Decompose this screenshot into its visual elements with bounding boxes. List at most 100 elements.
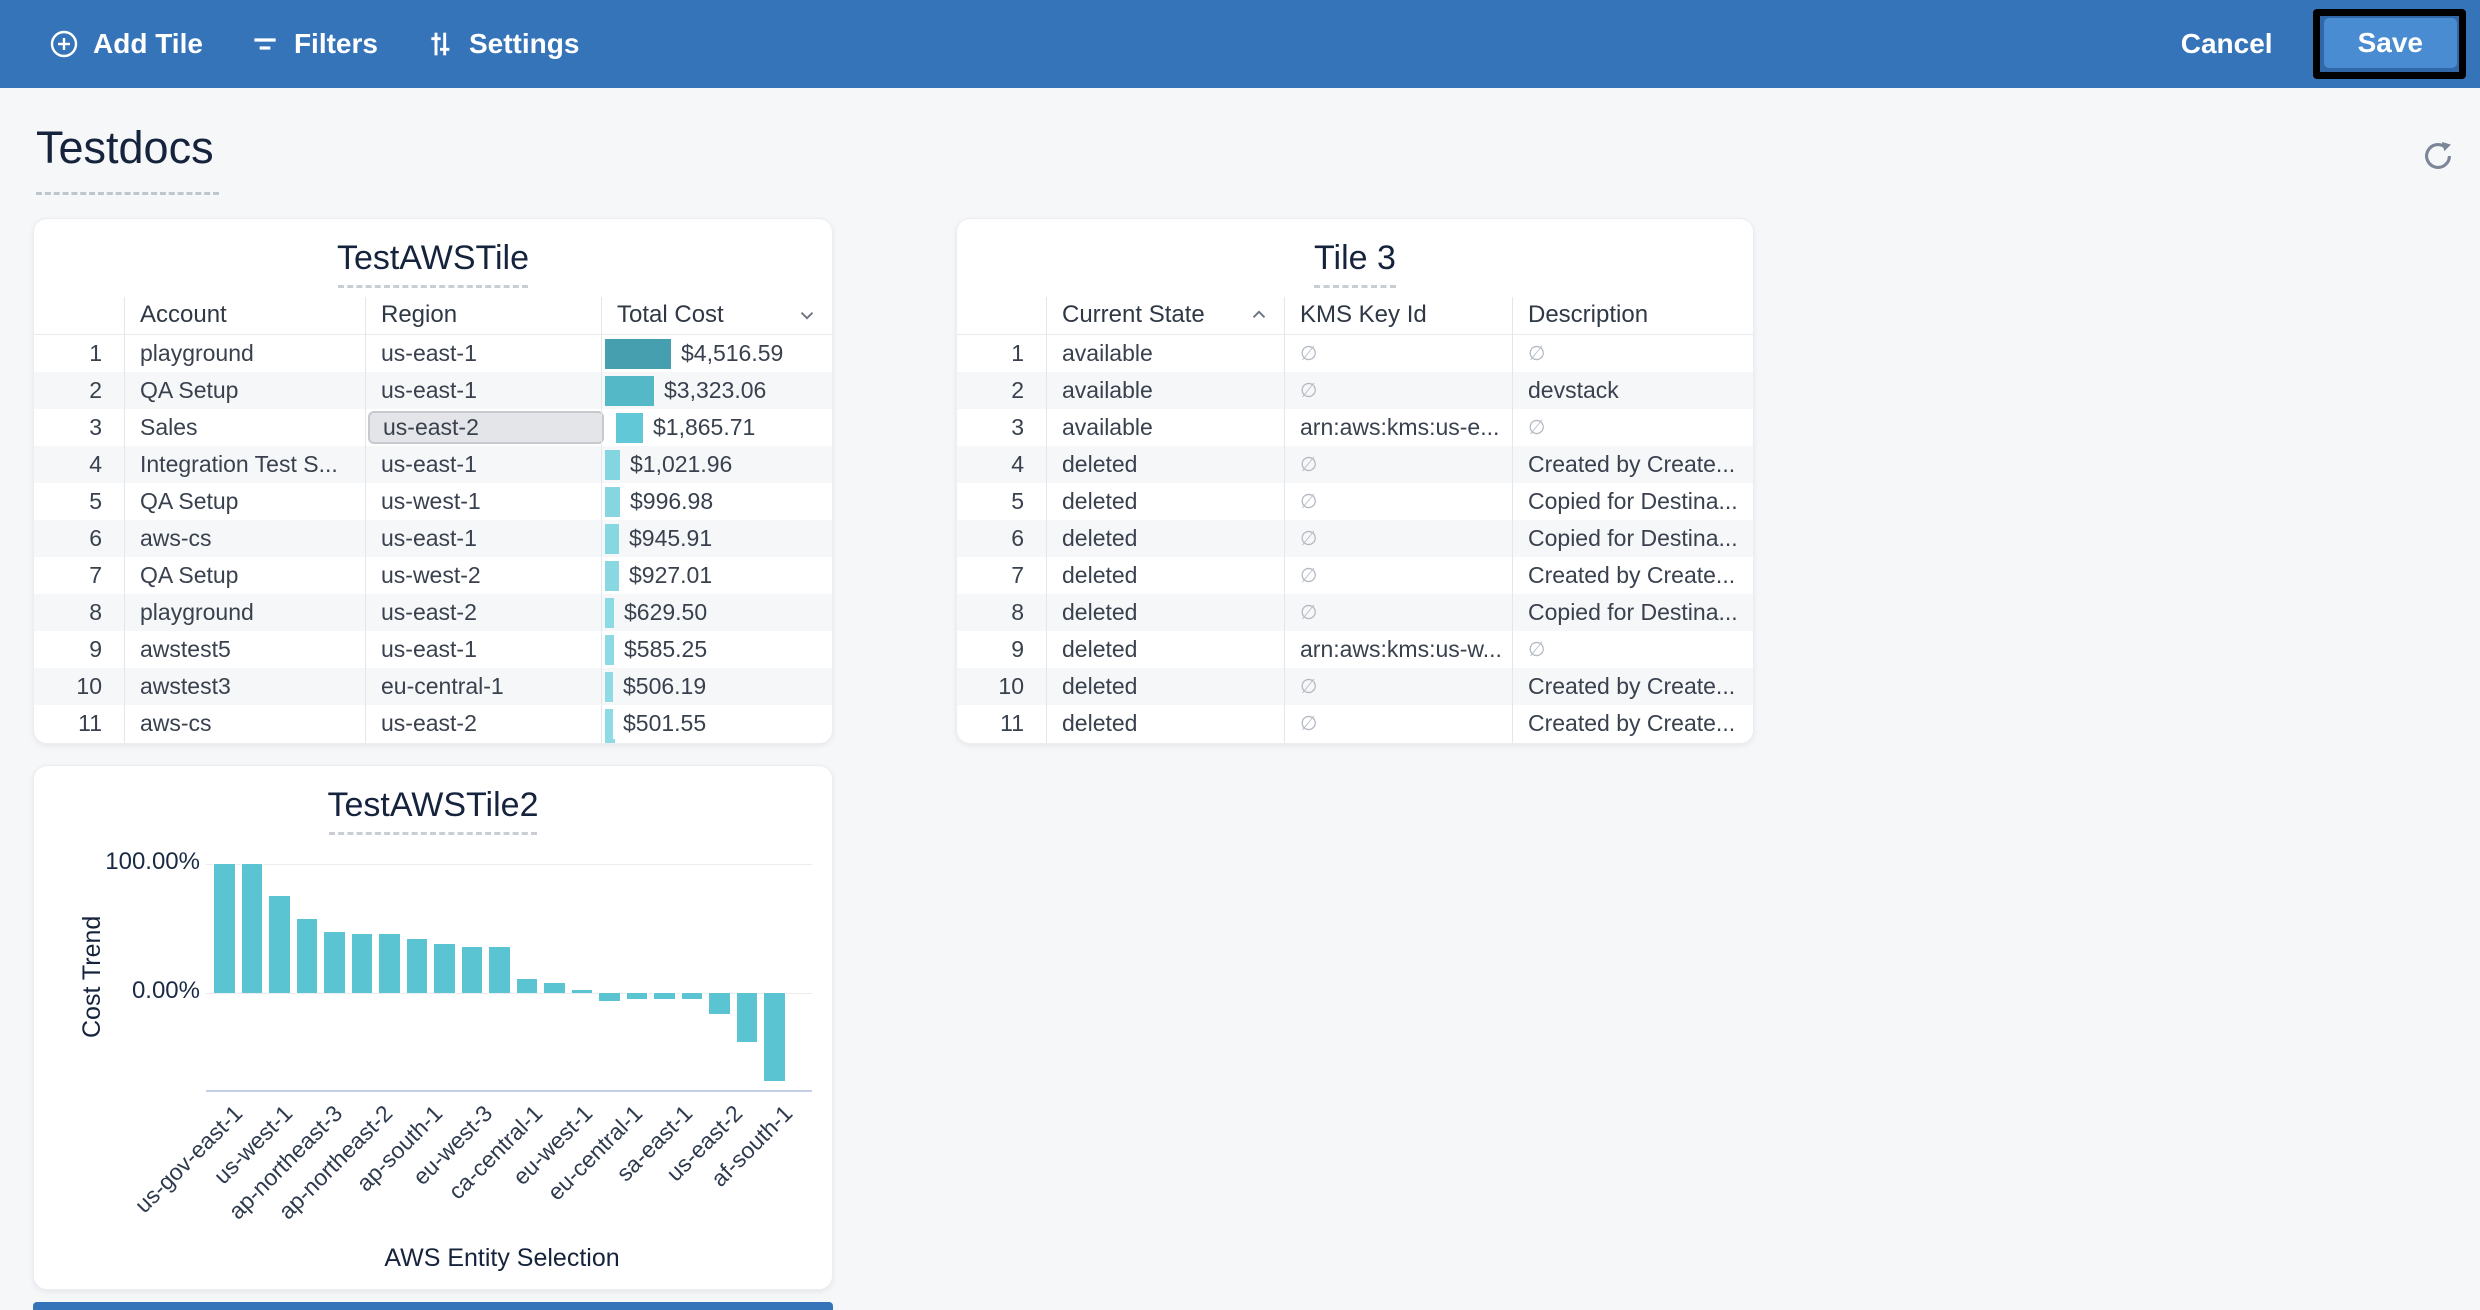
cell-kms-key-id[interactable]: arn:aws:kms:us-e... [1284,414,1512,441]
cell-total-cost[interactable]: $501.55 [601,709,832,739]
cell-region[interactable]: us-east-1 [365,340,601,367]
cell-kms-key-id[interactable]: ∅ [1284,711,1512,736]
cell-total-cost[interactable]: $927.01 [601,561,832,591]
table-row[interactable]: 11 deleted ∅ Created by Create... [957,705,1753,742]
cell-description[interactable]: Created by Create... [1512,673,1753,700]
cell-current-state[interactable]: deleted [1046,451,1284,478]
cell-kms-key-id[interactable]: ∅ [1284,489,1512,514]
cell-kms-key-id[interactable]: ∅ [1284,452,1512,477]
cell-total-cost[interactable]: $1,865.71 [612,413,832,443]
table-row[interactable]: 2 available ∅ devstack [957,372,1753,409]
refresh-icon[interactable] [2420,138,2456,179]
table-row[interactable]: 7 deleted ∅ Created by Create... [957,557,1753,594]
cell-total-cost[interactable]: $945.91 [601,524,832,554]
cell-current-state[interactable]: available [1046,340,1284,367]
table-row[interactable]: 3 Sales us-east-2 $1,865.71 [34,409,832,446]
cell-account[interactable]: Sales [124,414,365,441]
cell-current-state[interactable]: available [1046,414,1284,441]
cell-total-cost[interactable]: $3,323.06 [601,376,832,406]
cell-description[interactable]: devstack [1512,377,1753,404]
col-header-description[interactable]: Description [1512,295,1753,334]
tile-testawstile[interactable]: TestAWSTile Account Region Total Cost 1 … [33,218,833,744]
table-row[interactable]: 8 playground us-east-2 $629.50 [34,594,832,631]
cell-kms-key-id[interactable]: ∅ [1284,600,1512,625]
cell-total-cost[interactable]: $629.50 [601,598,832,628]
cell-current-state[interactable]: deleted [1046,562,1284,589]
cell-account[interactable]: playground [124,340,365,367]
cell-account[interactable]: awstest5 [124,636,365,663]
cell-account[interactable]: aws-cs [124,710,365,737]
tile-title[interactable]: Tile 3 [957,239,1753,278]
cell-current-state[interactable]: deleted [1046,636,1284,663]
cell-description[interactable]: Created by Create... [1512,451,1753,478]
cell-kms-key-id[interactable]: ∅ [1284,526,1512,551]
cell-region[interactable]: us-east-1 [365,636,601,663]
table-row[interactable]: 3 available arn:aws:kms:us-e... ∅ [957,409,1753,446]
chevron-up-icon[interactable] [1248,304,1270,326]
table-row[interactable]: 9 awstest5 us-east-1 $585.25 [34,631,832,668]
chart-plot-area[interactable] [213,864,813,1090]
col-header-current-state[interactable]: Current State [1046,295,1284,334]
cell-region[interactable]: eu-central-1 [365,673,601,700]
tile-tile3[interactable]: Tile 3 Current State KMS Key Id Descript… [956,218,1754,744]
cell-kms-key-id[interactable]: ∅ [1284,341,1512,366]
table-row[interactable]: 11 aws-cs us-east-2 $501.55 [34,705,832,742]
table-row[interactable]: 2 QA Setup us-east-1 $3,323.06 [34,372,832,409]
cell-total-cost[interactable]: $4,516.59 [601,339,832,369]
cell-account[interactable]: Integration Test S... [124,451,365,478]
table-row[interactable]: 10 deleted ∅ Created by Create... [957,668,1753,705]
table-row[interactable]: 5 deleted ∅ Copied for Destina... [957,483,1753,520]
table-row[interactable]: 8 deleted ∅ Copied for Destina... [957,594,1753,631]
tile-title[interactable]: TestAWSTile [34,239,832,278]
cell-region[interactable]: us-east-2 [368,411,604,444]
cell-current-state[interactable]: available [1046,377,1284,404]
cell-total-cost[interactable]: $506.19 [601,672,832,702]
cell-kms-key-id[interactable]: arn:aws:kms:us-w... [1284,636,1512,663]
cell-region[interactable]: us-east-1 [365,377,601,404]
cell-region[interactable]: us-east-2 [365,710,601,737]
cell-description[interactable]: Copied for Destina... [1512,488,1753,515]
cell-kms-key-id[interactable]: ∅ [1284,563,1512,588]
cell-description[interactable]: Created by Create... [1512,710,1753,737]
cell-description[interactable]: Created by Create... [1512,562,1753,589]
filters-button[interactable]: Filters [249,28,378,60]
page-title[interactable]: Testdocs [36,122,214,174]
cell-kms-key-id[interactable]: ∅ [1284,378,1512,403]
cell-description[interactable]: Copied for Destina... [1512,525,1753,552]
cell-region[interactable]: us-west-2 [365,562,601,589]
tile-title[interactable]: TestAWSTile2 [34,786,832,825]
table-row[interactable]: 1 available ∅ ∅ [957,335,1753,372]
table-row[interactable]: 6 deleted ∅ Copied for Destina... [957,520,1753,557]
cell-account[interactable]: playground [124,599,365,626]
save-button[interactable]: Save [2324,18,2457,68]
cell-region[interactable]: us-east-2 [365,599,601,626]
cell-description[interactable]: ∅ [1512,415,1753,440]
cell-region[interactable]: us-east-1 [365,451,601,478]
col-header-account[interactable]: Account [124,295,365,334]
cell-kms-key-id[interactable]: ∅ [1284,674,1512,699]
table-row[interactable]: 1 playground us-east-1 $4,516.59 [34,335,832,372]
cell-current-state[interactable]: deleted [1046,525,1284,552]
table-row[interactable]: 5 QA Setup us-west-1 $996.98 [34,483,832,520]
cell-region[interactable]: us-west-1 [365,488,601,515]
cell-account[interactable]: awstest3 [124,673,365,700]
table-row[interactable]: 6 aws-cs us-east-1 $945.91 [34,520,832,557]
cell-account[interactable]: aws-cs [124,525,365,552]
cell-account[interactable]: QA Setup [124,562,365,589]
cell-description[interactable]: Copied for Destina... [1512,599,1753,626]
settings-button[interactable]: Settings [424,28,579,60]
table-row[interactable]: 4 Integration Test S... us-east-1 $1,021… [34,446,832,483]
table-row[interactable]: 9 deleted arn:aws:kms:us-w... ∅ [957,631,1753,668]
table-row[interactable]: 7 QA Setup us-west-2 $927.01 [34,557,832,594]
table-row[interactable]: 4 deleted ∅ Created by Create... [957,446,1753,483]
tile-testawstile2[interactable]: TestAWSTile2 100.00% 0.00% Cost Trend us… [33,765,833,1290]
cell-total-cost[interactable]: $585.25 [601,635,832,665]
add-tile-button[interactable]: Add Tile [48,28,203,60]
col-header-total-cost[interactable]: Total Cost [601,295,832,334]
cell-total-cost[interactable]: $996.98 [601,487,832,517]
cancel-button[interactable]: Cancel [2181,28,2273,60]
col-header-region[interactable]: Region [365,295,601,334]
chevron-down-icon[interactable] [796,304,818,326]
cell-description[interactable]: ∅ [1512,637,1753,662]
cell-region[interactable]: us-east-1 [365,525,601,552]
